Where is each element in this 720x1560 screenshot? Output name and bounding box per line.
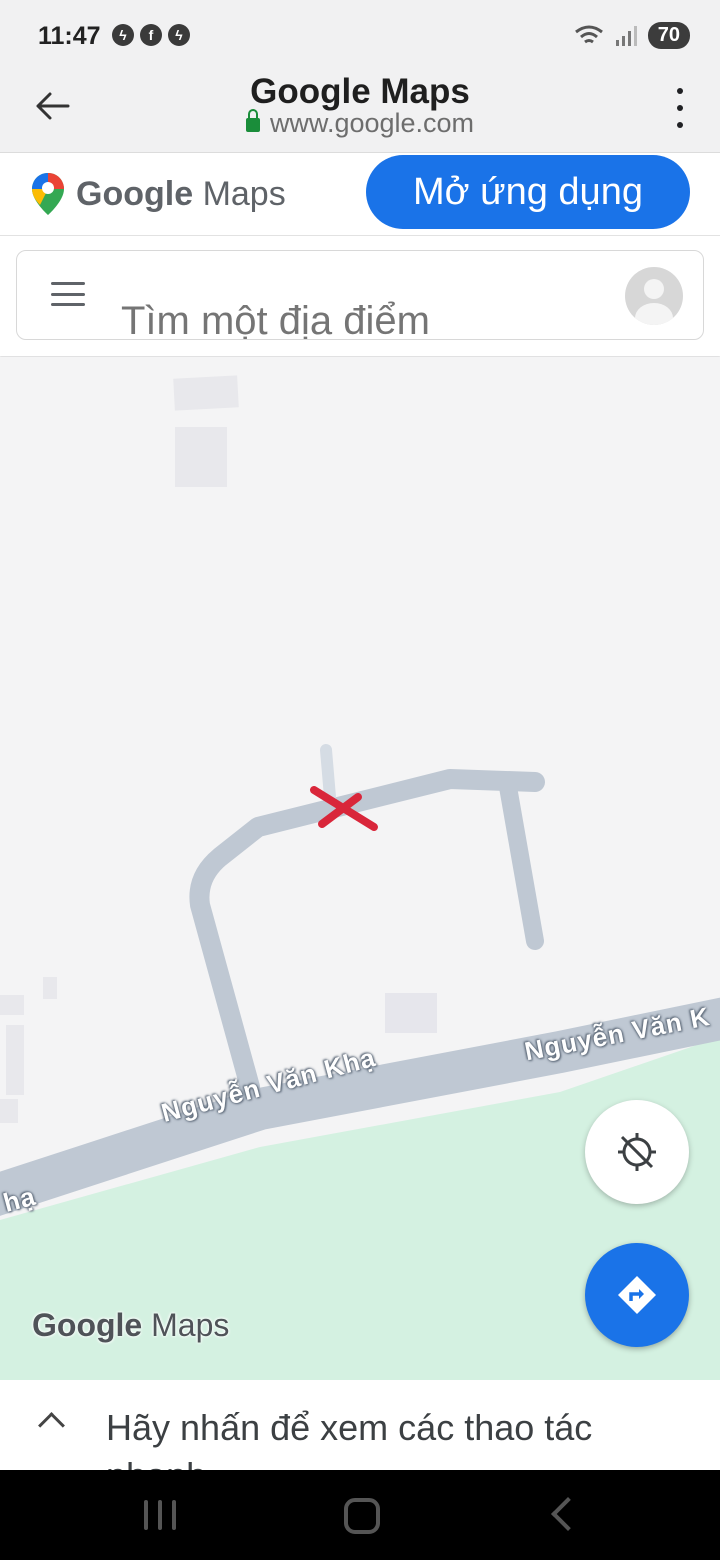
location-disabled-icon xyxy=(618,1133,656,1171)
minor-road xyxy=(320,744,336,803)
page-title: Google Maps xyxy=(250,72,470,111)
url-text: www.google.com xyxy=(269,108,475,138)
status-right: 70 xyxy=(574,22,690,49)
quick-actions-sheet[interactable]: Hãy nhấn để xem các thao tác nhanh xyxy=(0,1380,720,1470)
battery-badge: 70 xyxy=(647,22,690,49)
dot xyxy=(677,88,683,94)
status-bar: 11:47 ϟ f ϟ 70 xyxy=(0,0,720,78)
notification-icons: ϟ f ϟ xyxy=(112,24,190,46)
minor-road xyxy=(499,778,544,950)
google-maps-pin-icon xyxy=(32,173,64,215)
lock-icon xyxy=(245,109,260,132)
dot xyxy=(677,122,683,128)
map-view[interactable]: Nguyễn Văn Khạ Nguyễn Văn K hạ Google Ma… xyxy=(0,357,720,1380)
status-time: 11:47 xyxy=(38,22,101,50)
home-button[interactable] xyxy=(344,1498,380,1534)
dot xyxy=(677,105,683,111)
more-options-button[interactable] xyxy=(670,88,690,128)
search-input[interactable] xyxy=(121,299,601,339)
directions-button[interactable] xyxy=(585,1243,689,1347)
building xyxy=(0,1099,18,1123)
recent-apps-button[interactable] xyxy=(144,1500,176,1530)
building xyxy=(0,995,24,1015)
search-card[interactable] xyxy=(16,250,704,340)
directions-icon xyxy=(618,1276,656,1314)
app-banner: Google Maps Mở ứng dụng xyxy=(0,153,720,236)
google-maps-logo: Google Maps xyxy=(76,175,286,213)
facebook-icon: f xyxy=(140,24,162,46)
menu-icon[interactable] xyxy=(51,282,85,306)
messenger-icon: ϟ xyxy=(112,24,134,46)
wifi-icon xyxy=(574,25,603,43)
system-nav-bar xyxy=(0,1470,720,1560)
my-location-button[interactable] xyxy=(585,1100,689,1204)
building xyxy=(173,375,239,411)
sheet-hint-text: Hãy nhấn để xem các thao tác nhanh xyxy=(106,1407,593,1470)
signal-icon xyxy=(615,25,637,46)
avatar[interactable] xyxy=(625,267,683,325)
map-canvas xyxy=(0,375,720,1380)
open-app-button[interactable]: Mở ứng dụng xyxy=(366,155,690,229)
search-area xyxy=(0,236,720,356)
browser-toolbar: Google Maps www.google.com xyxy=(0,72,720,153)
url-bar[interactable]: www.google.com xyxy=(0,108,720,139)
building xyxy=(43,977,57,999)
building xyxy=(385,993,437,1033)
building xyxy=(175,427,227,487)
chevron-up-icon xyxy=(38,1412,65,1439)
building xyxy=(6,1025,24,1095)
system-back-button[interactable] xyxy=(551,1497,585,1531)
map-watermark-logo: Google Maps xyxy=(32,1307,230,1343)
messenger-icon: ϟ xyxy=(168,24,190,46)
